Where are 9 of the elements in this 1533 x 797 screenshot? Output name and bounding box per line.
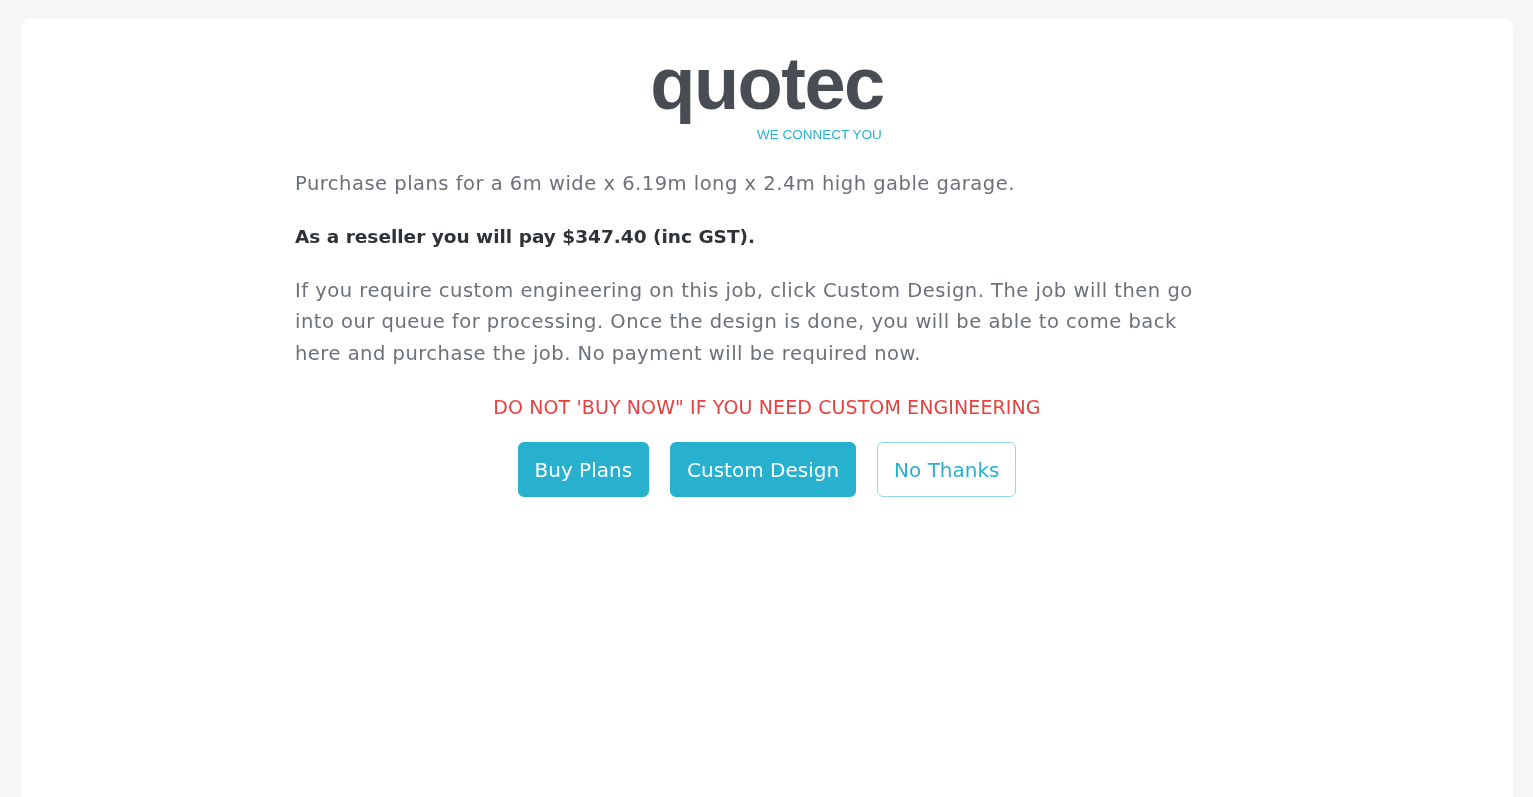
- outline-button[interactable]: No Thanks: [877, 442, 1017, 498]
- primary-button[interactable]: Buy Plans: [517, 442, 650, 498]
- paragraph: If you require custom engineering on this job, click Custom Design. The job will then go into our queue for processing. Once the design is done, you will be able to come back here and purchase the job. No payment will be required now.: [295, 277, 1194, 367]
- paragraph: As a reseller you will pay $347.40 (inc GST).: [295, 225, 756, 250]
- logo-wordmark: quotec: [650, 41, 884, 127]
- logo-tagline: WE CONNECT YOU: [757, 126, 882, 142]
- paragraph: Purchase plans for a 6m wide x 6.19m long x 2.4m high gable garage.: [295, 170, 1016, 197]
- warning-text: DO NOT 'BUY NOW" IF YOU NEED CUSTOM ENGINEERING: [493, 395, 1041, 421]
- primary-button[interactable]: Custom Design: [670, 442, 857, 498]
